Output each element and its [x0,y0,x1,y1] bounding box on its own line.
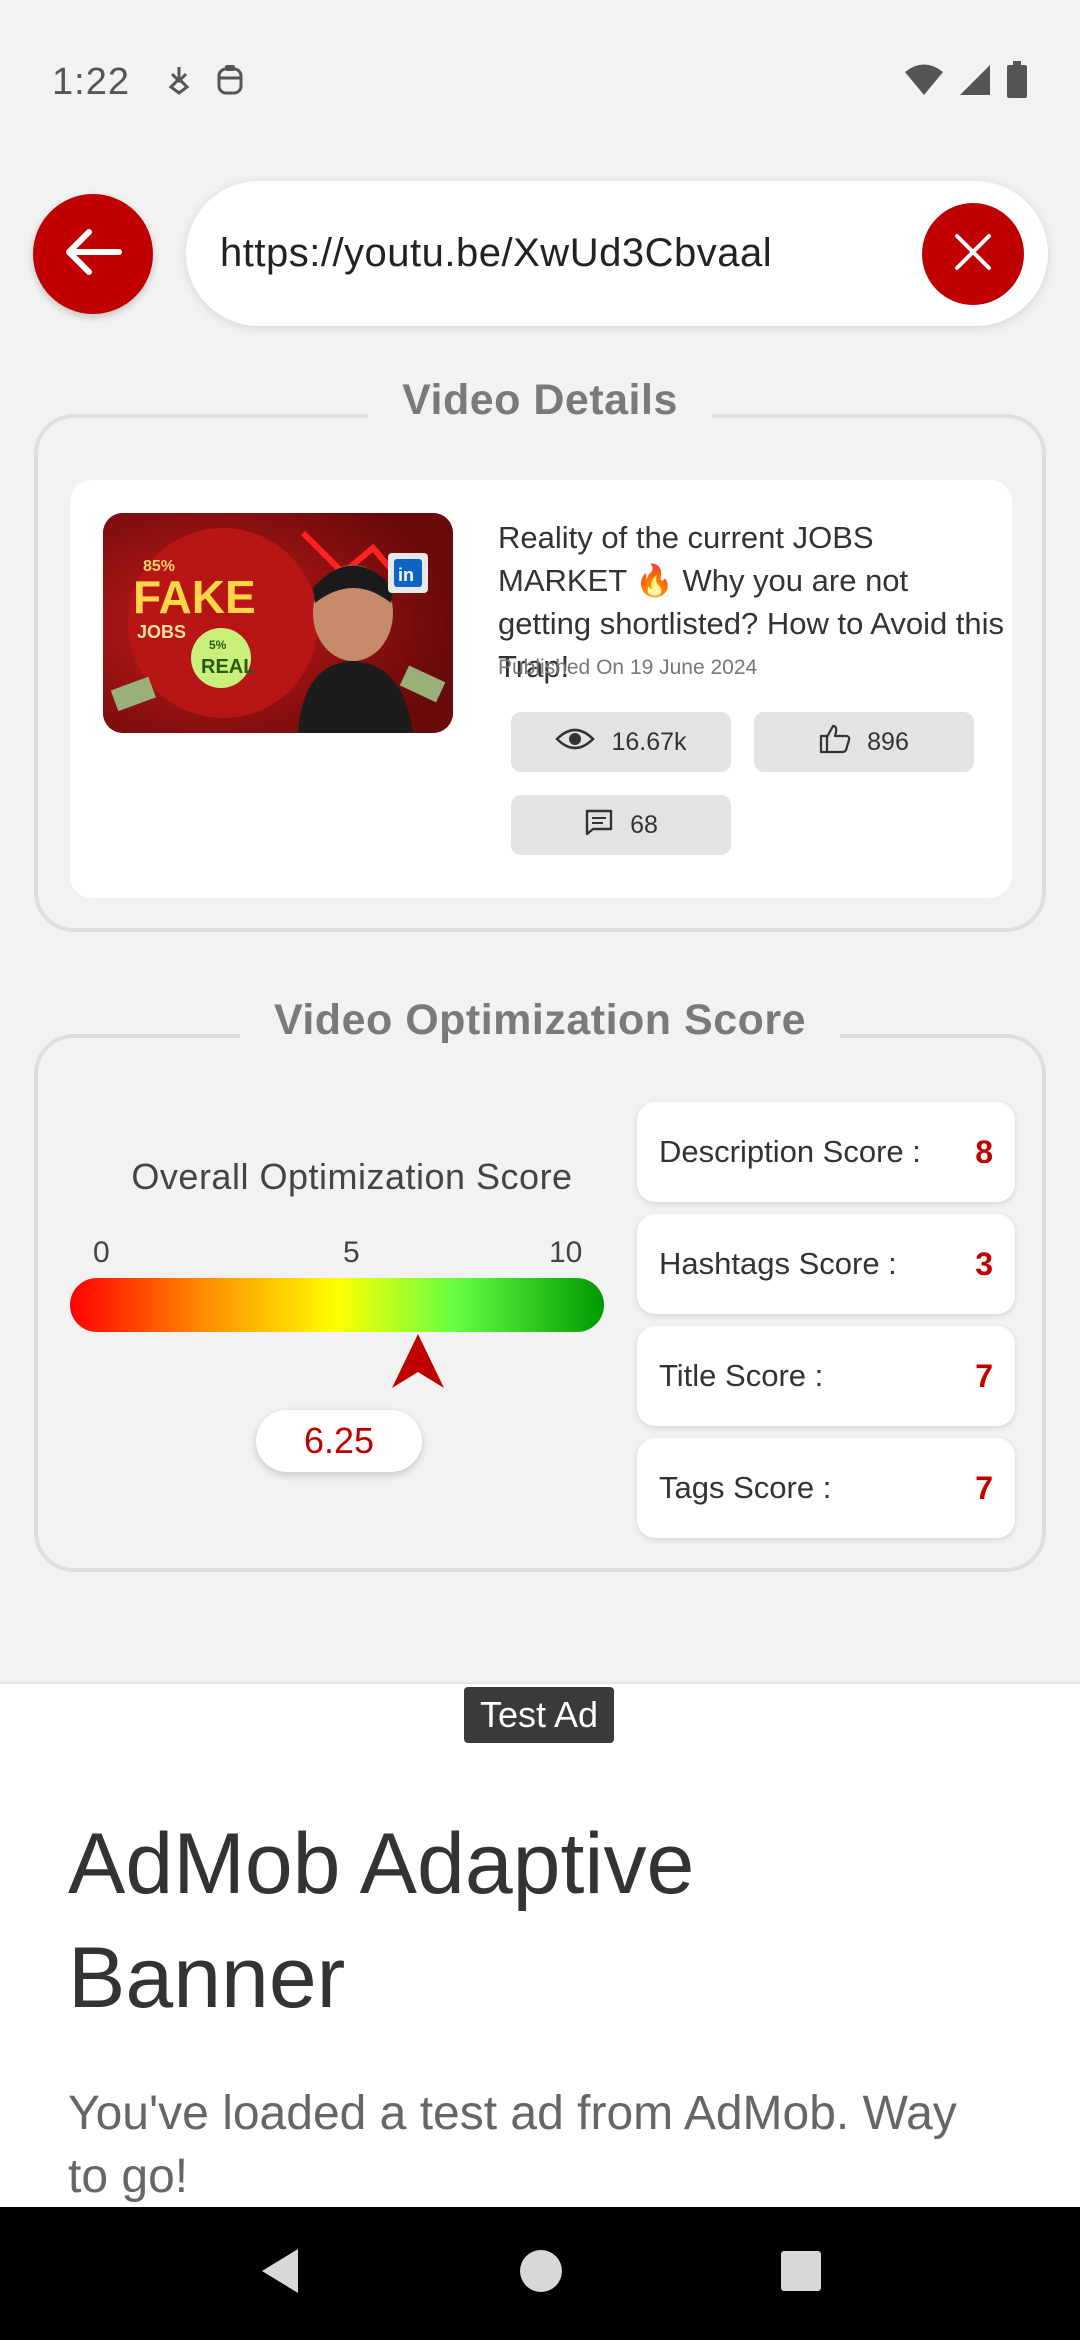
score-marker-icon [390,1332,446,1395]
thumb-pct-badge: 5% [209,638,227,652]
privacy-indicator-icon [216,63,244,102]
video-thumbnail[interactable]: 85% FAKE JOBS 5% REAL in [103,513,453,733]
eye-icon [555,727,596,758]
comment-icon [584,808,614,843]
comments-chip: 68 [511,795,731,855]
video-details-title: Video Details [368,376,712,425]
thumb-fake-text: FAKE [133,571,256,623]
download-indicator-icon [166,65,192,100]
likes-chip: 896 [754,712,974,772]
clear-url-button[interactable] [922,203,1024,305]
arrow-left-icon [63,227,123,282]
scale-max-label: 10 [549,1236,583,1269]
scale-mid-label: 5 [343,1236,360,1269]
video-details-card: 85% FAKE JOBS 5% REAL in Reality of the … [70,480,1012,898]
home-circle-icon[interactable] [518,2248,564,2299]
title-score-label: Title Score : [659,1358,824,1393]
status-bar: 1:22 [0,0,1080,165]
status-right-icons [904,61,1028,104]
title-score-value: 7 [975,1357,993,1394]
scale-min-label: 0 [93,1236,110,1269]
optimization-title: Video Optimization Score [239,996,841,1045]
likes-count: 896 [867,727,909,756]
thumbs-up-icon [819,724,851,761]
optimization-heading: Video Optimization Score [38,996,1042,1045]
comments-count: 68 [630,810,658,839]
description-score-card: Description Score : 8 [637,1102,1015,1202]
hashtags-score-label: Hashtags Score : [659,1246,897,1281]
ad-subtitle[interactable]: You've loaded a test ad from AdMob. Way … [68,2082,1008,2208]
score-gradient-bar [70,1278,604,1332]
back-triangle-icon[interactable] [258,2247,302,2300]
navigation-bar [0,2207,1080,2340]
close-icon [953,232,993,277]
views-chip: 16.67k [511,712,731,772]
title-score-card: Title Score : 7 [637,1326,1015,1426]
url-input[interactable]: https://youtu.be/XwUd3Cbvaal [186,181,1048,326]
test-ad-badge: Test Ad [464,1687,614,1743]
hashtags-score-value: 3 [975,1245,993,1282]
thumb-jobs-text: JOBS [137,622,186,642]
thumb-real-text: REAL [201,656,255,678]
wifi-icon [904,63,944,102]
thumb-linkedin-badge: in [398,565,414,585]
description-score-value: 8 [975,1133,993,1170]
hashtags-score-card: Hashtags Score : 3 [637,1214,1015,1314]
views-count: 16.67k [611,727,687,756]
status-time: 1:22 [52,61,130,103]
overall-score-label: Overall Optimization Score [131,1156,573,1197]
overall-score-value: 6.25 [256,1410,422,1472]
cellular-signal-icon [958,63,992,102]
back-button[interactable] [33,194,153,314]
optimization-section: Video Optimization Score Overall Optimiz… [34,996,1046,1572]
ad-banner[interactable]: Test Ad AdMob Adaptive Banner You've loa… [0,1682,1080,2207]
ad-title[interactable]: AdMob Adaptive Banner [68,1807,968,2035]
tags-score-value: 7 [975,1469,993,1506]
battery-icon [1006,61,1028,104]
url-text[interactable]: https://youtu.be/XwUd3Cbvaal [220,231,772,276]
published-date: Published On 19 June 2024 [498,656,758,679]
description-score-label: Description Score : [659,1134,921,1169]
video-details-heading: Video Details [38,376,1042,425]
status-left-icons [166,63,244,102]
video-details-section: Video Details 85% FAKE JOBS 5% REAL in R… [34,376,1046,932]
tags-score-card: Tags Score : 7 [637,1438,1015,1538]
recents-square-icon[interactable] [780,2250,822,2297]
tags-score-label: Tags Score : [659,1470,832,1505]
